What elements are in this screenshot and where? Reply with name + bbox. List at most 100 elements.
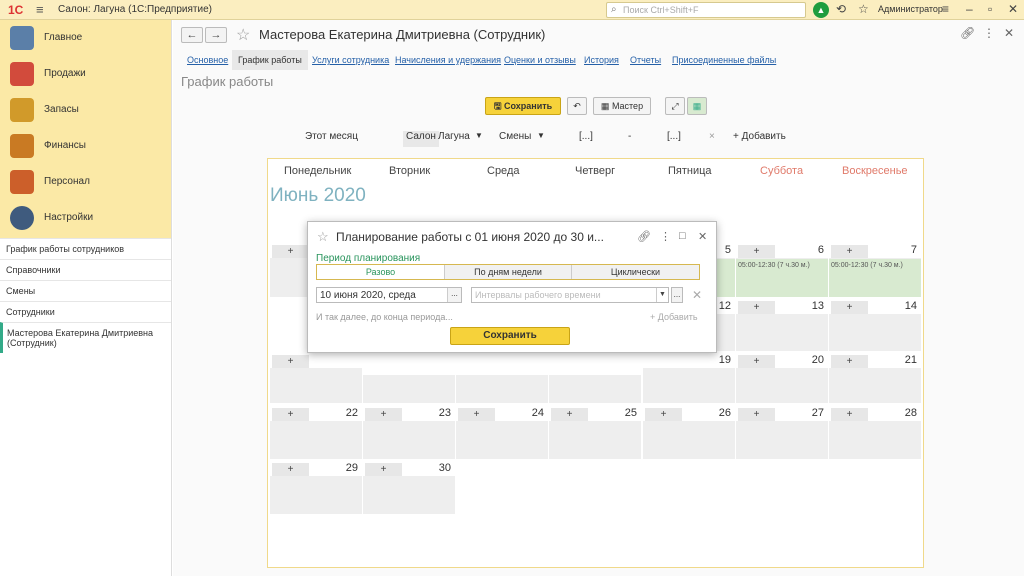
add-shift-button[interactable]: + [365,463,402,476]
more-icon[interactable]: ⋮ [660,230,671,243]
tab-history[interactable]: История [584,50,619,70]
master-button[interactable]: ▦ Мастер [593,97,651,115]
nav-item-shifts[interactable]: Смены [0,280,171,301]
restore-icon[interactable]: ▫ [988,2,992,16]
tab-main[interactable]: Основное [187,50,228,70]
section-settings[interactable]: Настройки [0,200,171,236]
calendar-day[interactable]: + 6 05:00-12:30 (7 ч.30 м.) [736,243,828,297]
segment-cyclic[interactable]: Циклически [572,265,699,279]
nav-item-employees[interactable]: Сотрудники [0,301,171,322]
date-choose-button[interactable]: ... [447,288,461,302]
maximize-icon[interactable]: □ [679,230,686,242]
shift-entry[interactable]: 05:00-12:30 (7 ч.30 м.) [829,259,921,297]
link-icon[interactable]: 🔗︎ [637,230,651,243]
tab-schedule[interactable]: График работы [232,50,308,70]
tab-reviews[interactable]: Оценки и отзывы [504,50,576,70]
favorites-star-icon[interactable]: ☆ [858,2,869,16]
tab-files[interactable]: Присоединенные файлы [672,50,776,70]
favorite-star-icon[interactable]: ☆ [317,229,329,245]
add-shift-button[interactable]: + [272,355,309,368]
section-finance[interactable]: Финансы [0,128,171,164]
shifts-dropdown-icon[interactable]: ▼ [537,131,545,147]
chevron-down-icon[interactable]: ▼ [656,288,668,302]
minimize-icon[interactable]: – [966,2,973,16]
calendar-day[interactable]: + 27 [736,406,828,459]
add-shift-button[interactable]: + [365,408,402,421]
section-stock[interactable]: Запасы [0,92,171,128]
shift-entry[interactable]: 05:00-12:30 (7 ч.30 м.) [736,259,828,297]
calendar-day[interactable]: + 30 [363,461,455,514]
add-shift-button[interactable]: + [831,355,868,368]
expand-button[interactable]: ⤢ [665,97,685,115]
add-shift-button[interactable]: + [738,245,775,258]
nav-item-directories[interactable]: Справочники [0,259,171,280]
global-search[interactable]: ⌕ Поиск Ctrl+Shift+F [606,2,806,18]
calendar-day[interactable]: + 21 [829,353,921,403]
calendar-day[interactable]: + 29 [270,461,362,514]
date-from[interactable]: [...] [579,131,593,147]
tab-accruals[interactable]: Начисления и удержания [395,50,501,70]
date-input[interactable]: 10 июня 2020, среда ... [316,287,462,303]
calendar-day[interactable]: + 20 [736,353,828,403]
add-shift-button[interactable]: + [831,245,868,258]
history-icon[interactable]: ⟲ [836,2,846,16]
grid-view-button[interactable]: ▦ [687,97,707,115]
notifications-icon[interactable]: ▲ [813,2,829,18]
calendar-day[interactable] [549,375,641,403]
section-sales[interactable]: Продажи [0,56,171,92]
undo-button[interactable]: ↶ [567,97,587,115]
calendar-day[interactable]: + 28 [829,406,921,459]
calendar-day[interactable]: + 23 [363,406,455,459]
calendar-day[interactable] [363,375,455,403]
add-interval-link[interactable]: + Добавить [650,312,698,322]
add-shift-button[interactable]: + [831,301,868,314]
link-icon[interactable]: 🔗︎ [960,26,975,40]
section-main[interactable]: Главное [0,20,171,56]
clear-filter-icon[interactable]: × [709,131,715,147]
salon-value[interactable]: Лагуна [438,131,470,147]
add-shift-button[interactable]: + [272,245,309,258]
segment-once[interactable]: Разово [317,265,445,279]
calendar-day[interactable]: + 7 05:00-12:30 (7 ч.30 м.) [829,243,921,297]
settings-menu-icon[interactable]: ≡ [942,2,949,16]
add-shift-button[interactable]: + [738,408,775,421]
segment-weekdays[interactable]: По дням недели [445,265,572,279]
calendar-day[interactable]: + 14 [829,299,921,351]
user-name[interactable]: Администратор [878,4,943,14]
nav-item-schedule[interactable]: График работы сотрудников [0,238,171,259]
period-filter[interactable]: Этот месяц [305,131,358,147]
calendar-day[interactable]: + 13 [736,299,828,351]
more-icon[interactable]: ⋮ [983,26,995,40]
close-icon[interactable]: ✕ [698,230,707,243]
add-shift-button[interactable]: + [738,355,775,368]
date-to[interactable]: [...] [667,131,681,147]
calendar-day[interactable] [456,375,548,403]
add-shift-button[interactable]: + [272,408,309,421]
interval-input[interactable]: Интервалы рабочего времени ▼ [471,287,669,303]
shifts-filter[interactable]: Смены [499,131,531,147]
nav-item-current-employee[interactable]: Мастерова Екатерина Дмитриевна (Сотрудни… [0,322,171,353]
forward-button[interactable]: → [205,27,227,43]
menu-icon[interactable]: ≡ [36,2,44,17]
add-shift-button[interactable]: + [458,408,495,421]
calendar-day[interactable]: + [270,353,362,403]
add-shift-button[interactable]: + [551,408,588,421]
section-staff[interactable]: Персонал [0,164,171,200]
tab-services[interactable]: Услуги сотрудника [312,50,389,70]
calendar-day[interactable]: + 26 [643,406,735,459]
calendar-day[interactable]: + 22 [270,406,362,459]
add-shift-button[interactable]: + [272,463,309,476]
clear-icon[interactable]: ✕ [692,288,702,302]
salon-dropdown-icon[interactable]: ▼ [475,131,483,147]
favorite-star-icon[interactable]: ☆ [236,25,250,45]
calendar-day[interactable]: + 25 [549,406,641,459]
add-shift-button[interactable]: + [645,408,682,421]
add-filter-button[interactable]: + Добавить [733,131,786,147]
close-icon[interactable]: ✕ [1008,2,1018,16]
add-shift-button[interactable]: + [831,408,868,421]
calendar-day[interactable]: + 24 [456,406,548,459]
dialog-save-button[interactable]: Сохранить [450,327,570,345]
save-button[interactable]: 🖫︎ Сохранить [485,97,561,115]
calendar-day[interactable]: 19 [643,353,735,403]
add-shift-button[interactable]: + [738,301,775,314]
